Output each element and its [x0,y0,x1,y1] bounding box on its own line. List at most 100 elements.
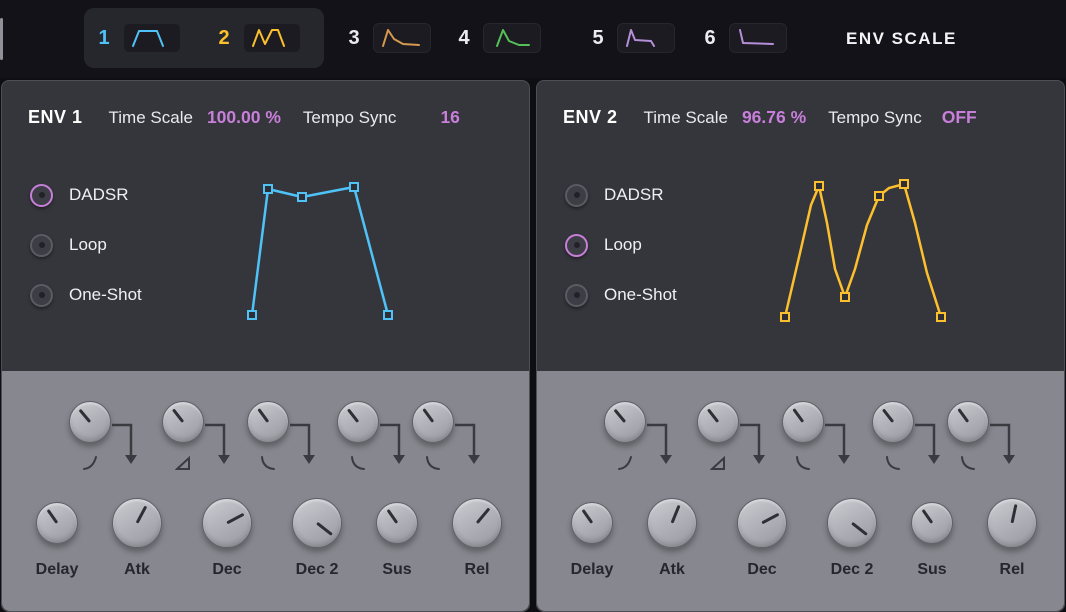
attack-knob[interactable] [647,498,697,548]
tab-env-3-number: 3 [346,27,362,50]
knob-pointer [792,408,804,423]
release-power-knob[interactable] [947,401,989,443]
env-1-curve-display[interactable] [240,165,420,335]
env-1-mode-group: DADSR Loop One-Shot [30,183,142,333]
mode-dadsr[interactable]: DADSR [30,183,142,207]
env-scale-label: ENV SCALE [846,0,957,78]
convex-curve-icon [260,455,276,471]
left-edge-divider [0,18,3,60]
tab-env-5[interactable]: 5 [590,8,675,68]
delay-power-knob[interactable] [604,401,646,443]
attack-power-knob[interactable] [697,401,739,443]
mode-loop[interactable]: Loop [565,233,677,257]
tab-env-5-number: 5 [590,27,606,50]
tempo-sync-label: Tempo Sync [303,108,397,128]
env-2-mode-group: DADSR Loop One-Shot [565,183,677,333]
knob-pointer [79,409,92,423]
radio-loop[interactable] [565,234,588,257]
tempo-sync-value[interactable]: 16 [440,107,459,128]
tab-env-3[interactable]: 3 [346,8,431,68]
env-2-curve-display[interactable] [775,165,955,335]
tempo-sync-label: Tempo Sync [828,108,922,128]
sustain-knob[interactable] [376,502,418,544]
decay2-power-knob[interactable] [872,401,914,443]
env-2-knob-area: Delay Atk Dec Dec 2 Sus Rel [537,371,1064,611]
attack-knob[interactable] [112,498,162,548]
mode-loop-label: Loop [69,235,107,255]
convex-curve-icon [350,455,366,471]
decay-power-knob[interactable] [247,401,289,443]
delay-label: Delay [12,561,102,579]
mode-one-shot-label: One-Shot [604,285,677,305]
env-2-panel: ENV 2 Time Scale 96.76 % Tempo Sync OFF … [536,80,1065,612]
mod-arrow-icon [378,417,412,471]
tab-env-1-number: 1 [96,27,112,50]
knob-pointer [761,513,779,525]
knob-pointer [582,509,594,524]
decay-power-knob[interactable] [782,401,824,443]
mode-dadsr[interactable]: DADSR [565,183,677,207]
knob-pointer [707,408,719,422]
env-1-mini-curve-icon [123,23,181,53]
env-1-title: ENV 1 [28,107,83,128]
mode-dadsr-label: DADSR [69,185,129,205]
mode-one-shot-label: One-Shot [69,285,142,305]
delay-power-knob[interactable] [69,401,111,443]
convex-curve-icon [795,455,811,471]
tab-env-1[interactable]: 1 [96,8,181,68]
tab-env-6[interactable]: 6 [702,8,787,68]
radio-dadsr[interactable] [565,184,588,207]
knob-pointer [226,513,244,525]
env-1-header: ENV 1 Time Scale 100.00 % Tempo Sync 16 [28,107,482,128]
release-power-knob[interactable] [412,401,454,443]
mode-dadsr-label: DADSR [604,185,664,205]
concave-curve-icon [617,455,633,471]
time-scale-value[interactable]: 96.76 % [742,107,806,128]
tab-env-4[interactable]: 4 [456,8,541,68]
release-label: Rel [432,561,522,579]
env-5-mini-curve-icon [617,23,675,53]
decay-knob[interactable] [202,498,252,548]
mod-arrow-icon [453,417,487,471]
knob-pointer [957,408,969,423]
knob-pointer [387,509,399,524]
time-scale-label: Time Scale [109,108,193,128]
decay2-knob[interactable] [292,498,342,548]
sustain-knob[interactable] [911,502,953,544]
radio-dadsr[interactable] [30,184,53,207]
env-1-panel: ENV 1 Time Scale 100.00 % Tempo Sync 16 … [1,80,530,612]
time-scale-label: Time Scale [644,108,728,128]
time-scale-value[interactable]: 100.00 % [207,107,281,128]
decay2-label: Dec 2 [807,561,897,579]
attack-power-knob[interactable] [162,401,204,443]
radio-one-shot[interactable] [30,284,53,307]
sustain-label: Sus [887,561,977,579]
knob-pointer [316,522,333,536]
radio-one-shot[interactable] [565,284,588,307]
knob-pointer [476,507,491,523]
delay-label: Delay [547,561,637,579]
env-2-mini-curve-icon [243,23,301,53]
decay2-power-knob[interactable] [337,401,379,443]
delay-knob[interactable] [36,502,78,544]
knob-pointer [882,408,894,422]
decay-label: Dec [717,561,807,579]
decay-knob[interactable] [737,498,787,548]
mode-one-shot[interactable]: One-Shot [565,283,677,307]
mode-one-shot[interactable]: One-Shot [30,283,142,307]
tab-env-2[interactable]: 2 [216,8,301,68]
radio-loop[interactable] [30,234,53,257]
mode-loop[interactable]: Loop [30,233,142,257]
env-6-mini-curve-icon [729,23,787,53]
decay2-knob[interactable] [827,498,877,548]
mod-arrow-icon [203,417,237,471]
release-knob[interactable] [987,498,1037,548]
triangle-curve-icon [710,455,726,471]
mod-arrow-icon [988,417,1022,471]
tempo-sync-value[interactable]: OFF [942,107,977,128]
convex-curve-icon [885,455,901,471]
tab-env-4-number: 4 [456,27,472,50]
delay-knob[interactable] [571,502,613,544]
release-knob[interactable] [452,498,502,548]
decay2-label: Dec 2 [272,561,362,579]
